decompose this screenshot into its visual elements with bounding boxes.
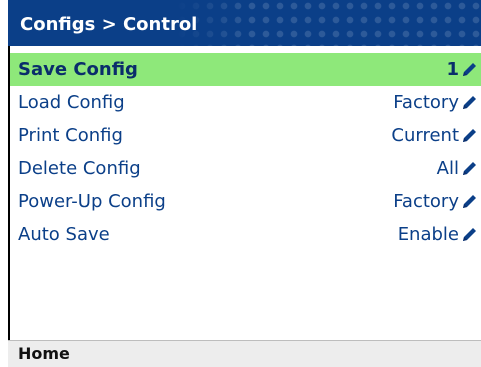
menu-item-label: Auto Save: [18, 224, 110, 245]
menu-item-value: Factory: [393, 191, 459, 212]
title-bar: Configs > Control: [8, 0, 481, 46]
pencil-icon[interactable]: [460, 127, 478, 145]
menu-item-value: Factory: [393, 92, 459, 113]
menu-item-save-config[interactable]: Save Config 1: [10, 53, 481, 86]
home-button[interactable]: Home: [18, 344, 70, 364]
pencil-icon[interactable]: [460, 193, 478, 211]
config-menu: Save Config 1 Load Config Factory Print …: [10, 53, 481, 251]
menu-item-label: Load Config: [18, 92, 125, 113]
menu-item-label: Save Config: [18, 59, 138, 80]
pencil-icon[interactable]: [460, 61, 478, 79]
footer-bar: Home: [8, 340, 481, 367]
menu-item-value: Enable: [397, 224, 459, 245]
menu-item-value: All: [436, 158, 459, 179]
menu-item-label: Power-Up Config: [18, 191, 166, 212]
pencil-icon[interactable]: [460, 94, 478, 112]
menu-item-value: Current: [391, 125, 459, 146]
pencil-icon[interactable]: [460, 160, 478, 178]
menu-item-auto-save[interactable]: Auto Save Enable: [10, 218, 481, 251]
menu-item-delete-config[interactable]: Delete Config All: [10, 152, 481, 185]
menu-item-print-config[interactable]: Print Config Current: [10, 119, 481, 152]
page-title: Configs > Control: [20, 14, 198, 35]
menu-item-load-config[interactable]: Load Config Factory: [10, 86, 481, 119]
menu-item-label: Delete Config: [18, 158, 141, 179]
menu-item-value: 1: [446, 59, 459, 80]
menu-item-power-up-config[interactable]: Power-Up Config Factory: [10, 185, 481, 218]
pencil-icon[interactable]: [460, 226, 478, 244]
menu-item-label: Print Config: [18, 125, 123, 146]
